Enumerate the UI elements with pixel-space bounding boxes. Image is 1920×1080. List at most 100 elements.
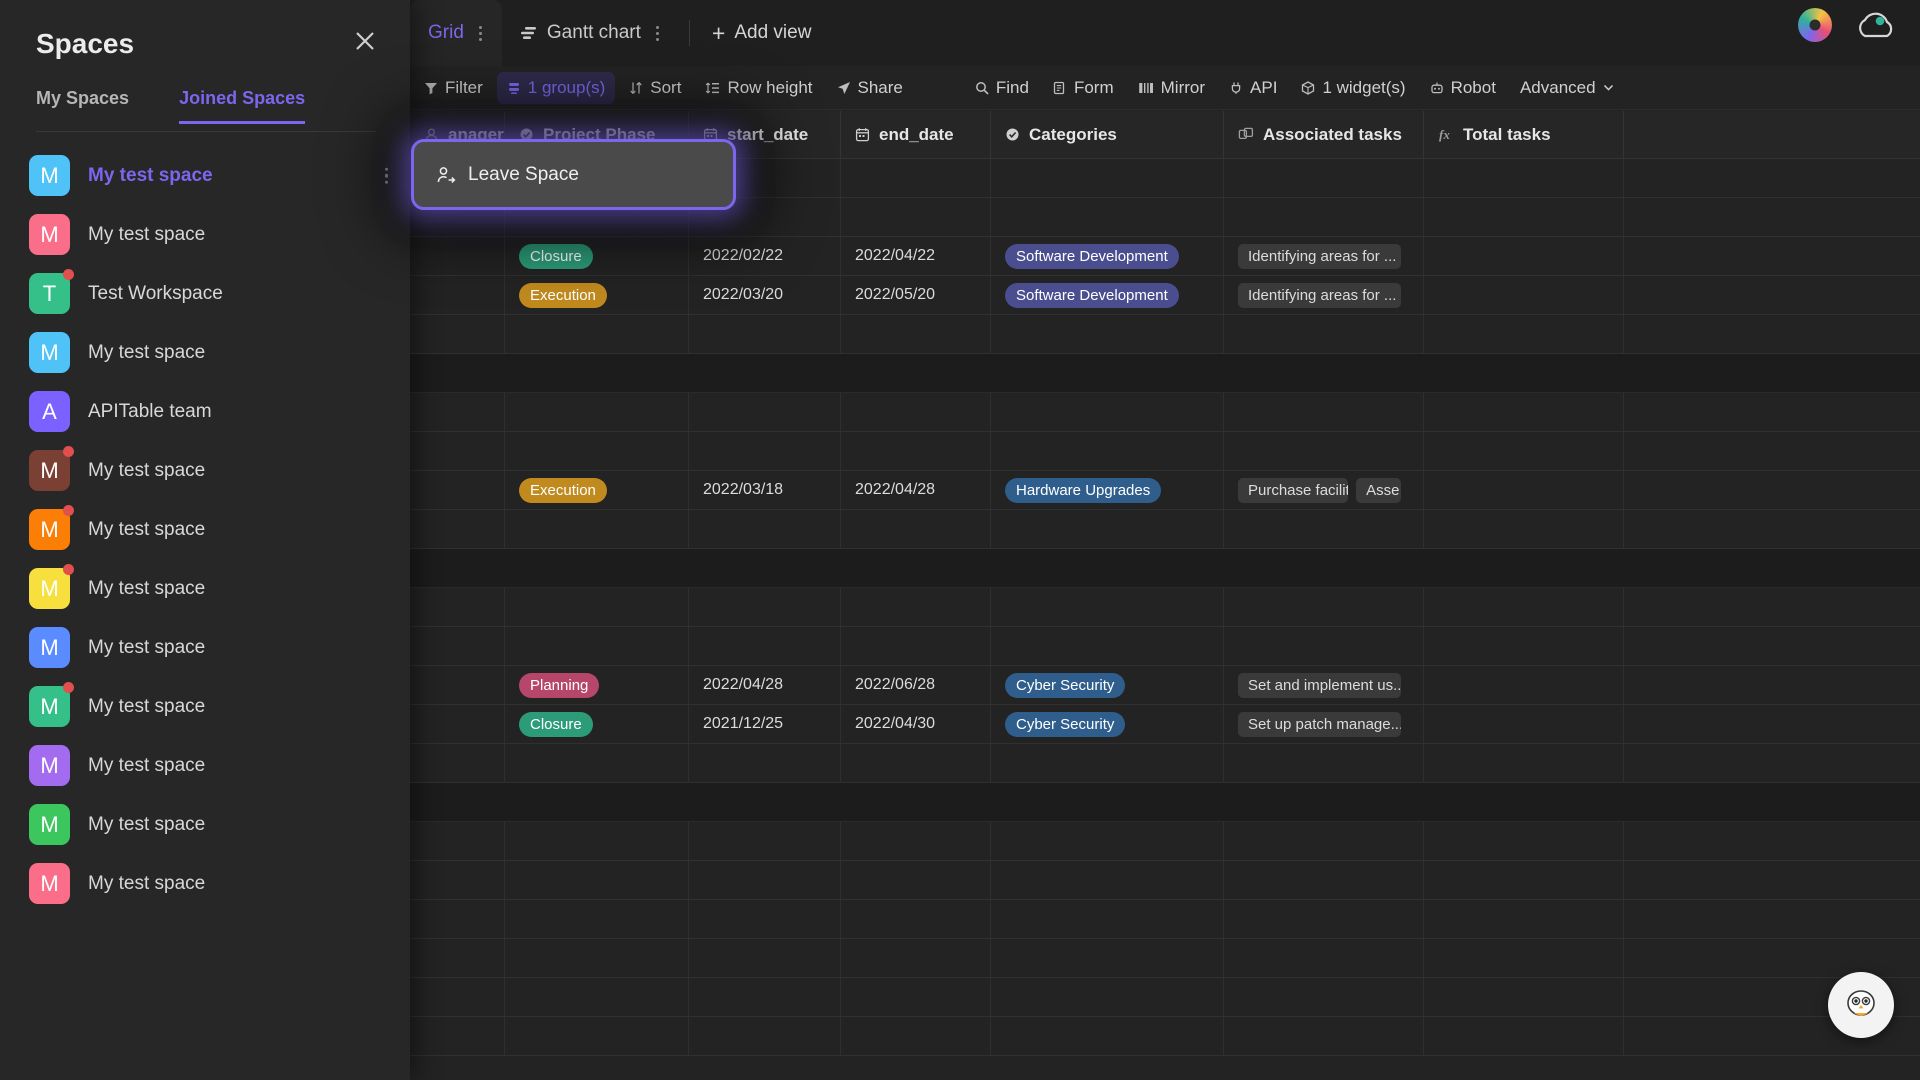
cell-associated-tasks[interactable] xyxy=(1224,978,1424,1016)
cell-total-tasks[interactable] xyxy=(1424,315,1624,353)
toolbar-share[interactable]: Share xyxy=(827,72,913,104)
cell-manager[interactable] xyxy=(410,744,505,782)
cell-end-date[interactable] xyxy=(841,510,991,548)
cell-categories[interactable] xyxy=(991,393,1224,431)
table-row[interactable] xyxy=(410,1017,1920,1056)
cell-project-phase[interactable] xyxy=(505,588,689,626)
cell-end-date[interactable] xyxy=(841,939,991,977)
close-icon[interactable] xyxy=(352,28,382,58)
table-row[interactable] xyxy=(410,861,1920,900)
avatar[interactable] xyxy=(1798,8,1832,42)
space-list-item[interactable]: MMy test space xyxy=(0,795,410,854)
cell-end-date[interactable]: 2022/04/28 xyxy=(841,471,991,509)
space-list-item[interactable]: MMy test space xyxy=(0,618,410,677)
cell-total-tasks[interactable] xyxy=(1424,432,1624,470)
cell-manager[interactable] xyxy=(410,588,505,626)
cell-end-date[interactable]: 2022/06/28 xyxy=(841,666,991,704)
cell-project-phase[interactable] xyxy=(505,900,689,938)
column-header[interactable]: Categories xyxy=(991,111,1224,158)
cell-categories[interactable] xyxy=(991,1017,1224,1055)
add-view-button[interactable]: + Add view xyxy=(700,22,824,45)
cell-total-tasks[interactable] xyxy=(1424,666,1624,704)
toolbar-widgets[interactable]: 1 widget(s) xyxy=(1291,72,1415,104)
table-row[interactable]: Execution2022/03/202022/05/20Software De… xyxy=(410,276,1920,315)
toolbar-robot[interactable]: Robot xyxy=(1420,72,1506,104)
cell-end-date[interactable] xyxy=(841,159,991,197)
cell-start-date[interactable] xyxy=(689,822,841,860)
cell-categories[interactable] xyxy=(991,510,1224,548)
cell-associated-tasks[interactable] xyxy=(1224,939,1424,977)
space-list-item[interactable]: AAPITable team xyxy=(0,382,410,441)
cell-associated-tasks[interactable] xyxy=(1224,159,1424,197)
cell-categories[interactable] xyxy=(991,588,1224,626)
cell-associated-tasks[interactable] xyxy=(1224,510,1424,548)
cell-categories[interactable] xyxy=(991,939,1224,977)
cell-project-phase[interactable]: Execution xyxy=(505,276,689,314)
cell-categories[interactable]: Cyber Security xyxy=(991,666,1224,704)
cell-manager[interactable] xyxy=(410,237,505,275)
cell-end-date[interactable] xyxy=(841,822,991,860)
cell-associated-tasks[interactable]: Set and implement us... xyxy=(1224,666,1424,704)
toolbar-group[interactable]: 1 group(s) xyxy=(497,72,615,104)
cell-project-phase[interactable]: Execution xyxy=(505,471,689,509)
toolbar-find[interactable]: Find xyxy=(965,72,1039,104)
table-row[interactable] xyxy=(410,939,1920,978)
cell-end-date[interactable] xyxy=(841,393,991,431)
cell-associated-tasks[interactable] xyxy=(1224,432,1424,470)
table-row[interactable] xyxy=(410,393,1920,432)
cell-categories[interactable]: Software Development xyxy=(991,276,1224,314)
cell-project-phase[interactable] xyxy=(505,939,689,977)
cell-categories[interactable] xyxy=(991,159,1224,197)
tab-gantt-more-icon[interactable] xyxy=(650,22,665,45)
cell-project-phase[interactable] xyxy=(505,393,689,431)
cell-total-tasks[interactable] xyxy=(1424,159,1624,197)
cell-total-tasks[interactable] xyxy=(1424,744,1624,782)
cell-total-tasks[interactable] xyxy=(1424,705,1624,743)
tab-gantt-chart[interactable]: Gantt chart xyxy=(502,0,679,66)
cell-associated-tasks[interactable]: Set up patch manage... xyxy=(1224,705,1424,743)
column-header[interactable]: fxTotal tasks xyxy=(1424,111,1624,158)
cell-start-date[interactable] xyxy=(689,432,841,470)
cell-end-date[interactable]: 2022/05/20 xyxy=(841,276,991,314)
cell-project-phase[interactable] xyxy=(505,861,689,899)
cell-end-date[interactable] xyxy=(841,861,991,899)
table-row[interactable] xyxy=(410,315,1920,354)
cell-total-tasks[interactable] xyxy=(1424,627,1624,665)
cell-project-phase[interactable] xyxy=(505,510,689,548)
column-header[interactable]: end_date xyxy=(841,111,991,158)
space-list-item[interactable]: MMy test space xyxy=(0,736,410,795)
cell-associated-tasks[interactable] xyxy=(1224,744,1424,782)
cell-project-phase[interactable] xyxy=(505,822,689,860)
cell-project-phase[interactable] xyxy=(505,744,689,782)
toolbar-form[interactable]: Form xyxy=(1043,72,1124,104)
space-more-icon[interactable] xyxy=(385,167,389,184)
cell-start-date[interactable]: 2022/03/20 xyxy=(689,276,841,314)
cell-associated-tasks[interactable] xyxy=(1224,900,1424,938)
tab-my-spaces[interactable]: My Spaces xyxy=(36,88,129,121)
cell-total-tasks[interactable] xyxy=(1424,588,1624,626)
cell-categories[interactable]: Hardware Upgrades xyxy=(991,471,1224,509)
cell-categories[interactable] xyxy=(991,978,1224,1016)
cell-associated-tasks[interactable] xyxy=(1224,627,1424,665)
table-row[interactable]: Execution2022/03/182022/04/28Hardware Up… xyxy=(410,471,1920,510)
cell-end-date[interactable]: 2022/04/22 xyxy=(841,237,991,275)
cell-manager[interactable] xyxy=(410,627,505,665)
cell-total-tasks[interactable] xyxy=(1424,978,1624,1016)
cell-associated-tasks[interactable]: Identifying areas for ... xyxy=(1224,276,1424,314)
cell-end-date[interactable] xyxy=(841,627,991,665)
cell-categories[interactable] xyxy=(991,432,1224,470)
cell-project-phase[interactable] xyxy=(505,978,689,1016)
leave-space-menu-item[interactable]: Leave Space xyxy=(414,142,733,207)
cell-start-date[interactable] xyxy=(689,861,841,899)
cell-end-date[interactable] xyxy=(841,315,991,353)
cell-project-phase[interactable]: Closure xyxy=(505,237,689,275)
cell-end-date[interactable] xyxy=(841,900,991,938)
cell-associated-tasks[interactable] xyxy=(1224,1017,1424,1055)
cell-categories[interactable] xyxy=(991,861,1224,899)
space-list-item[interactable]: MMy test space xyxy=(0,323,410,382)
cell-manager[interactable] xyxy=(410,432,505,470)
cell-manager[interactable] xyxy=(410,1017,505,1055)
cell-project-phase[interactable] xyxy=(505,432,689,470)
cell-associated-tasks[interactable] xyxy=(1224,315,1424,353)
cell-project-phase[interactable] xyxy=(505,1017,689,1055)
